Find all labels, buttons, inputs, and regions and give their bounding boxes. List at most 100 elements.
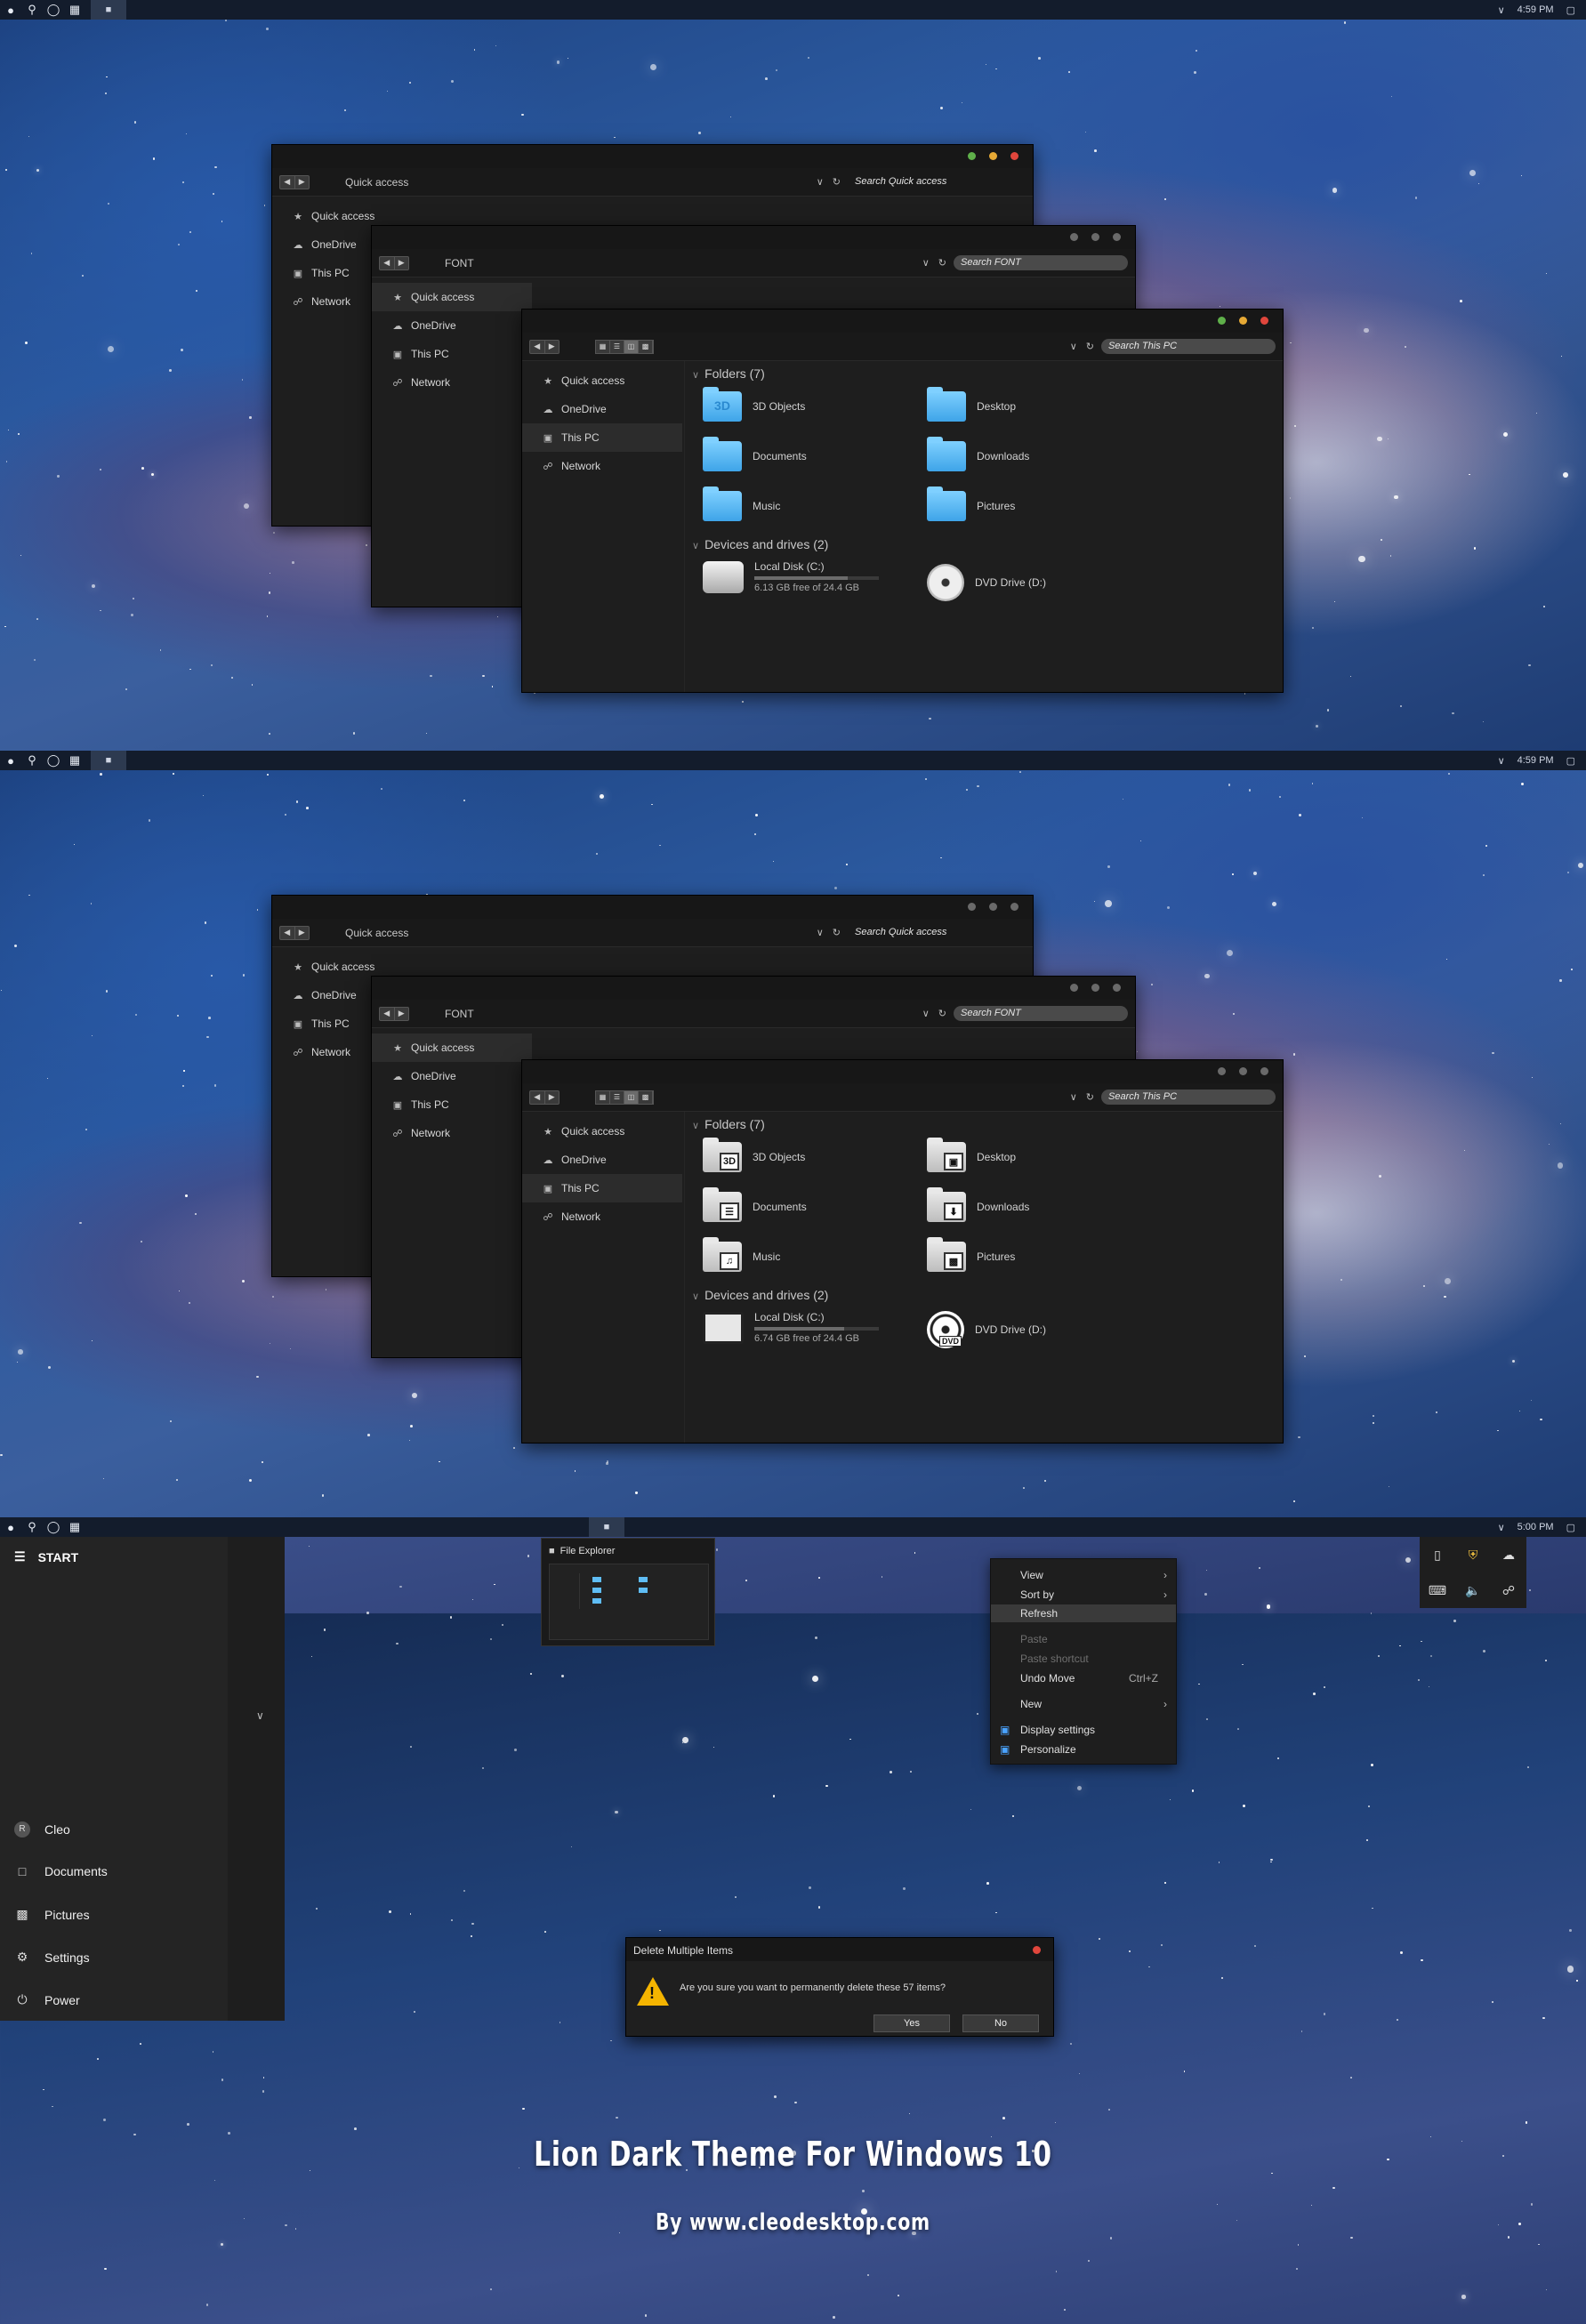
task-view-icon[interactable]: ▦	[64, 751, 85, 770]
menu-item-display-settings[interactable]: ▣ Display settings	[991, 1721, 1176, 1739]
search-icon[interactable]: ⚲	[21, 1517, 43, 1537]
folder-downloads[interactable]: Downloads	[927, 437, 1029, 471]
close-button[interactable]	[1113, 984, 1121, 992]
notification-icon[interactable]: ▢	[1566, 4, 1575, 16]
sidebar-item-this-pc[interactable]: ▣ This PC	[372, 1090, 532, 1119]
forward-icon[interactable]: ▶	[543, 1090, 560, 1104]
sidebar-item-onedrive[interactable]: ☁ OneDrive	[372, 1062, 532, 1090]
usb-icon[interactable]: ▯	[1434, 1548, 1441, 1563]
search-input[interactable]: Search This PC	[1101, 1090, 1276, 1105]
task-view-icon[interactable]: ▦	[64, 1517, 85, 1537]
maximize-button[interactable]	[1218, 1067, 1226, 1075]
forward-icon[interactable]: ▶	[393, 256, 409, 269]
maximize-button[interactable]	[1218, 317, 1226, 325]
columns-view-icon[interactable]: ◫	[624, 1090, 639, 1104]
clock[interactable]: 4:59 PM	[1518, 4, 1554, 15]
view-mode-buttons[interactable]: ▦ ☰ ◫ ▩	[595, 1090, 654, 1105]
forward-icon[interactable]: ▶	[294, 926, 310, 939]
drive-dvd[interactable]: DVD Drive (D:)	[927, 564, 1046, 601]
maximize-button[interactable]	[1070, 984, 1078, 992]
sidebar-item-onedrive[interactable]: ☁ OneDrive	[372, 311, 532, 340]
forward-icon[interactable]: ▶	[543, 340, 560, 353]
address-path[interactable]: FONT	[445, 257, 474, 269]
menu-item-paste[interactable]: Paste	[991, 1630, 1176, 1648]
sidebar-item-network[interactable]: ☍ Network	[372, 1119, 532, 1147]
back-icon[interactable]: ◀	[530, 341, 544, 353]
search-input[interactable]: Search FONT	[954, 1006, 1128, 1021]
minimize-button[interactable]	[1239, 317, 1247, 325]
menu-item-paste-shortcut[interactable]: Paste shortcut	[991, 1650, 1176, 1668]
minimize-button[interactable]	[1239, 1067, 1247, 1075]
start-pictures[interactable]: ▩ Pictures	[14, 1907, 89, 1922]
circle-icon[interactable]: ◯	[43, 751, 64, 770]
minimize-button[interactable]	[1091, 984, 1099, 992]
close-button[interactable]	[1113, 233, 1121, 241]
task-view-icon[interactable]: ▦	[64, 0, 85, 20]
start-documents[interactable]: □ Documents	[14, 1864, 108, 1878]
chevron-down-icon[interactable]: ∨	[817, 927, 824, 938]
refresh-icon[interactable]: ↻	[1086, 341, 1094, 352]
search-icon[interactable]: ⚲	[21, 751, 43, 770]
minimize-button[interactable]	[989, 152, 997, 160]
yes-button[interactable]: Yes	[874, 2014, 950, 2032]
start-settings[interactable]: ⚙ Settings	[14, 1950, 90, 1965]
back-icon[interactable]: ◀	[380, 1008, 394, 1020]
no-button[interactable]: No	[962, 2014, 1039, 2032]
refresh-icon[interactable]: ↻	[1086, 1091, 1094, 1103]
drives-header[interactable]: Devices and drives (2)	[692, 537, 828, 551]
chevron-down-icon[interactable]: ∨	[922, 257, 930, 269]
sidebar-item-network[interactable]: ☍ Network	[372, 368, 532, 397]
folder-downloads[interactable]: ⬇ Downloads	[927, 1187, 1029, 1222]
refresh-icon[interactable]: ↻	[833, 176, 841, 188]
minimize-button[interactable]	[989, 903, 997, 911]
circle-icon[interactable]: ◯	[43, 1517, 64, 1537]
speaker-icon[interactable]: 🔈	[1465, 1583, 1480, 1598]
menu-item-undo-move[interactable]: Undo Move Ctrl+Z	[991, 1669, 1176, 1687]
clock[interactable]: 4:59 PM	[1518, 755, 1554, 766]
apple-icon[interactable]: ●	[0, 0, 21, 20]
close-button[interactable]	[1260, 1067, 1268, 1075]
drive-dvd[interactable]: DVD DVD Drive (D:)	[927, 1311, 1046, 1348]
address-path[interactable]: Quick access	[345, 176, 408, 189]
security-shield-icon[interactable]: ⛨	[1469, 1548, 1478, 1563]
system-tray-flyout[interactable]: ▯ ⛨ ☁ ⌨ 🔈 ☍	[1420, 1537, 1526, 1608]
sidebar-item-quick-access[interactable]: ★ Quick access	[522, 366, 682, 395]
sidebar-item-this-pc[interactable]: ▣ This PC	[372, 340, 532, 368]
folder-3d-objects[interactable]: 3D 3D Objects	[703, 387, 805, 422]
search-input[interactable]: Search Quick access	[848, 925, 1026, 940]
apple-icon[interactable]: ●	[0, 751, 21, 770]
chevron-up-icon[interactable]: ∨	[1498, 4, 1505, 16]
drive-local-disk[interactable]: Local Disk (C:) 6.74 GB free of 24.4 GB	[703, 1311, 879, 1344]
taskbar-thumbnail[interactable]: ■ File Explorer	[541, 1538, 715, 1646]
chevron-up-icon[interactable]: ∨	[1498, 755, 1505, 767]
folder-documents[interactable]: ☰ Documents	[703, 1187, 807, 1222]
folder-icon[interactable]: ■	[589, 1517, 624, 1537]
explorer-window-front[interactable]: ◀ ▶ ▦ ☰ ◫ ▩ ∨ ↻ Search This PC ★ Quick access …	[521, 309, 1284, 693]
chevron-up-icon[interactable]: ∨	[1498, 1522, 1505, 1533]
folder-pictures[interactable]: Pictures	[927, 487, 1015, 521]
columns-view-icon[interactable]: ◫	[624, 340, 639, 353]
refresh-icon[interactable]: ↻	[938, 257, 946, 269]
chevron-down-icon[interactable]: ∨	[817, 176, 824, 188]
sidebar-item-quick-access[interactable]: ★ Quick access	[372, 283, 532, 311]
back-icon[interactable]: ◀	[530, 1091, 544, 1104]
hamburger-icon[interactable]: ☰	[14, 1549, 26, 1564]
folders-header[interactable]: Folders (7)	[692, 1117, 765, 1131]
network-icon[interactable]: ☍	[1502, 1583, 1515, 1598]
start-menu[interactable]: ☰ START ∨ R Cleo □ Documents ▩ Pictures ⚙ Set…	[0, 1537, 285, 2021]
folder-documents[interactable]: Documents	[703, 437, 807, 471]
forward-icon[interactable]: ▶	[294, 175, 310, 189]
search-icon[interactable]: ⚲	[21, 0, 43, 20]
chevron-down-icon[interactable]: ∨	[1070, 341, 1077, 352]
view-mode-buttons[interactable]: ▦ ☰ ◫ ▩	[595, 339, 654, 354]
address-path[interactable]: Quick access	[345, 927, 408, 939]
menu-item-personalize[interactable]: ▣ Personalize	[991, 1741, 1176, 1758]
close-button[interactable]	[1010, 152, 1018, 160]
folder-icon[interactable]: ■	[91, 751, 126, 770]
back-icon[interactable]: ◀	[280, 927, 294, 939]
circle-icon[interactable]: ◯	[43, 0, 64, 20]
notification-icon[interactable]: ▢	[1566, 1522, 1575, 1533]
maximize-button[interactable]	[968, 903, 976, 911]
sidebar-item-onedrive[interactable]: ☁ OneDrive	[522, 1146, 682, 1174]
back-forward-buttons[interactable]: ◀ ▶	[279, 925, 310, 940]
